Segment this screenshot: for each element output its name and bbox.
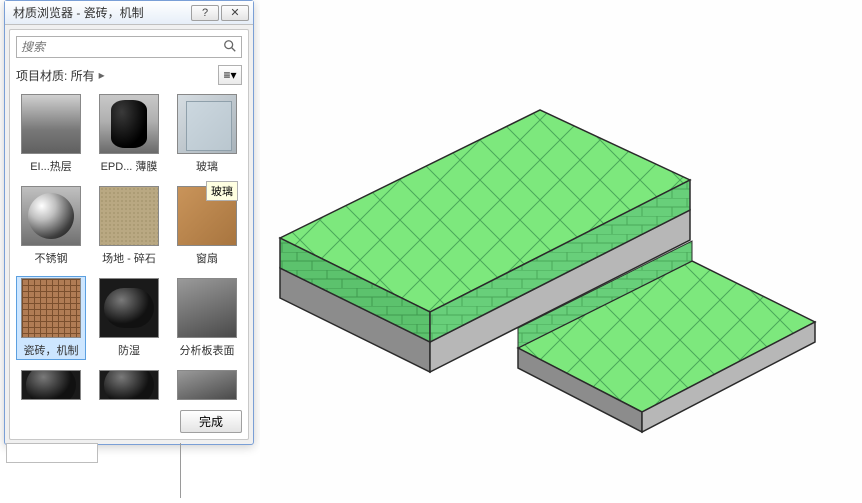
material-label: 场地 - 碎石 xyxy=(102,250,156,266)
filter-dropdown-icon[interactable]: ▸ xyxy=(99,68,105,82)
material-item[interactable]: 玻璃 xyxy=(172,92,242,176)
search-icon[interactable] xyxy=(223,39,237,56)
aux-panel xyxy=(6,443,98,463)
material-label: 分析板表面 xyxy=(180,342,235,358)
material-thumb xyxy=(99,186,159,246)
footer-row: 完成 xyxy=(16,410,242,433)
titlebar[interactable]: 材质浏览器 - 瓷砖，机制 ? ✕ xyxy=(5,1,253,25)
material-thumb xyxy=(99,278,159,338)
search-row xyxy=(16,36,242,58)
material-item[interactable] xyxy=(94,368,164,402)
material-item[interactable]: EPD... 薄膜 xyxy=(94,92,164,176)
material-item[interactable]: 分析板表面 xyxy=(172,276,242,360)
material-item[interactable]: 场地 - 碎石 xyxy=(94,184,164,268)
material-thumb xyxy=(177,370,237,400)
viewport-3d[interactable] xyxy=(260,0,862,500)
material-label: 玻璃 xyxy=(196,158,218,174)
material-item[interactable] xyxy=(172,368,242,402)
material-label: 不锈钢 xyxy=(35,250,68,266)
material-thumb xyxy=(21,94,81,154)
help-button[interactable]: ? xyxy=(191,5,219,21)
material-thumb xyxy=(21,278,81,338)
material-item[interactable]: 不锈钢 xyxy=(16,184,86,268)
close-button[interactable]: ✕ xyxy=(221,5,249,21)
material-item[interactable] xyxy=(16,368,86,402)
tooltip: 玻璃 xyxy=(206,181,238,201)
material-grid: EI...热层EPD... 薄膜玻璃不锈钢场地 - 碎石玻璃窗扇瓷砖，机制防湿分… xyxy=(16,92,242,360)
material-thumb xyxy=(177,278,237,338)
done-button[interactable]: 完成 xyxy=(180,410,242,433)
material-item[interactable]: 瓷砖，机制 xyxy=(16,276,86,360)
material-label: 瓷砖，机制 xyxy=(24,342,79,358)
material-item[interactable]: EI...热层 xyxy=(16,92,86,176)
material-label: EI...热层 xyxy=(30,158,72,174)
material-thumb xyxy=(21,370,81,400)
material-thumb xyxy=(99,370,159,400)
filter-label[interactable]: 项目材质: 所有 xyxy=(16,67,95,84)
material-thumb xyxy=(99,94,159,154)
search-input[interactable] xyxy=(21,38,223,56)
dialog-body: 项目材质: 所有 ▸ ≡▾ EI...热层EPD... 薄膜玻璃不锈钢场地 - … xyxy=(9,29,249,440)
material-browser-dialog: 材质浏览器 - 瓷砖，机制 ? ✕ 项目材质: 所有 ▸ ≡▾ EI...热层 E… xyxy=(4,0,254,445)
material-label: 窗扇 xyxy=(196,250,218,266)
material-thumb: 玻璃 xyxy=(177,186,237,246)
material-item[interactable]: 玻璃窗扇 xyxy=(172,184,242,268)
material-label: 防湿 xyxy=(118,342,140,358)
dialog-title: 材质浏览器 - 瓷砖，机制 xyxy=(9,4,189,21)
material-label: EPD... 薄膜 xyxy=(101,158,158,174)
material-item[interactable]: 防湿 xyxy=(94,276,164,360)
material-thumb xyxy=(177,94,237,154)
view-mode-button[interactable]: ≡▾ xyxy=(218,65,242,85)
material-thumb xyxy=(21,186,81,246)
filter-row: 项目材质: 所有 ▸ ≡▾ xyxy=(16,64,242,86)
aux-divider xyxy=(180,443,181,498)
material-grid-partial xyxy=(16,368,242,402)
model-svg xyxy=(260,0,862,500)
